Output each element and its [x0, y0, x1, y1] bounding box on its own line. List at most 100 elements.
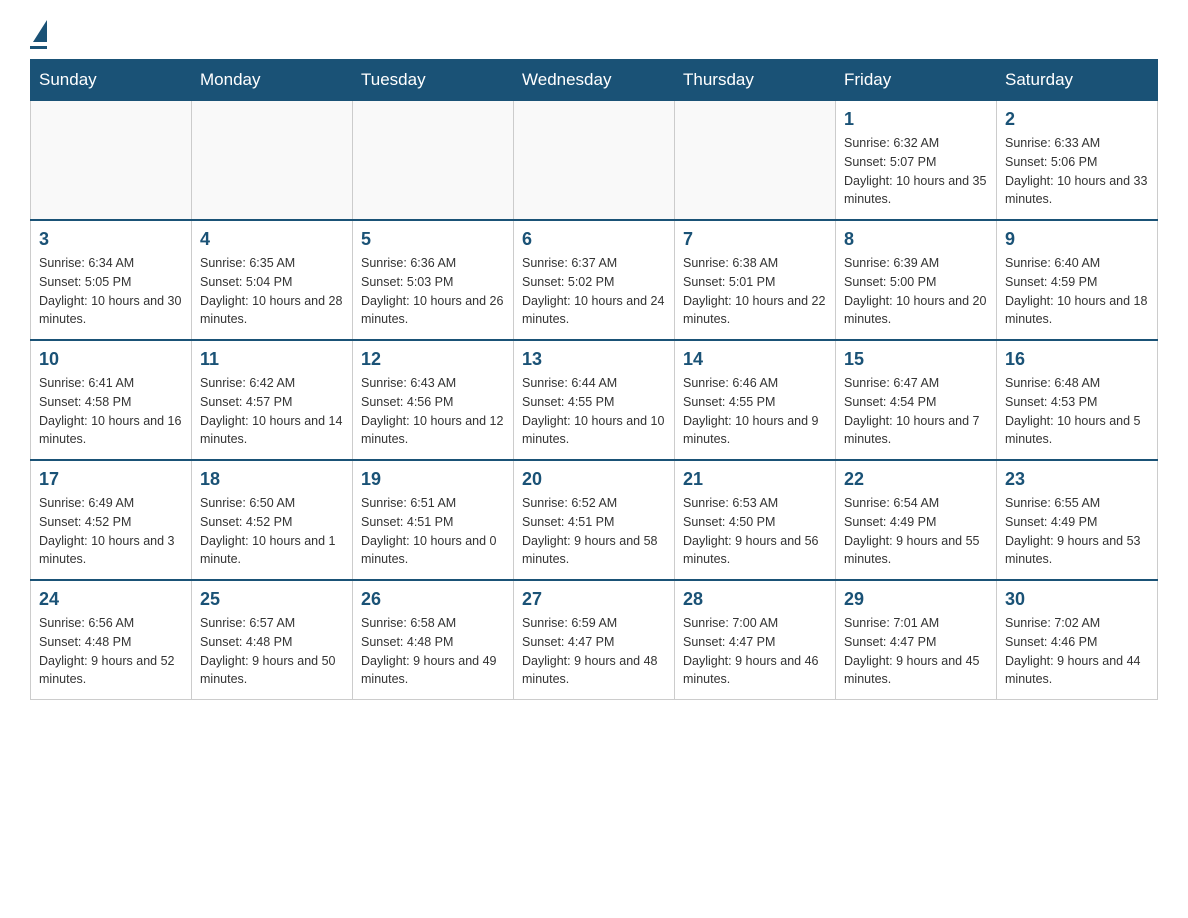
day-info: Sunrise: 6:58 AMSunset: 4:48 PMDaylight:… — [361, 614, 505, 689]
day-number: 29 — [844, 589, 988, 610]
day-info: Sunrise: 6:46 AMSunset: 4:55 PMDaylight:… — [683, 374, 827, 449]
day-info: Sunrise: 6:55 AMSunset: 4:49 PMDaylight:… — [1005, 494, 1149, 569]
day-number: 14 — [683, 349, 827, 370]
calendar-cell — [31, 101, 192, 221]
day-info: Sunrise: 6:38 AMSunset: 5:01 PMDaylight:… — [683, 254, 827, 329]
calendar-cell: 9 Sunrise: 6:40 AMSunset: 4:59 PMDaylight… — [997, 220, 1158, 340]
calendar-week-row: 24 Sunrise: 6:56 AMSunset: 4:48 PMDayligh… — [31, 580, 1158, 700]
calendar-week-row: 10 Sunrise: 6:41 AMSunset: 4:58 PMDayligh… — [31, 340, 1158, 460]
day-number: 19 — [361, 469, 505, 490]
weekday-header-monday: Monday — [192, 60, 353, 101]
calendar-cell: 27 Sunrise: 6:59 AMSunset: 4:47 PMDayligh… — [514, 580, 675, 700]
day-info: Sunrise: 6:56 AMSunset: 4:48 PMDaylight:… — [39, 614, 183, 689]
calendar-cell: 3 Sunrise: 6:34 AMSunset: 5:05 PMDaylight… — [31, 220, 192, 340]
day-number: 18 — [200, 469, 344, 490]
day-number: 3 — [39, 229, 183, 250]
day-info: Sunrise: 6:42 AMSunset: 4:57 PMDaylight:… — [200, 374, 344, 449]
calendar-cell: 12 Sunrise: 6:43 AMSunset: 4:56 PMDayligh… — [353, 340, 514, 460]
logo — [30, 20, 47, 49]
calendar-table: SundayMondayTuesdayWednesdayThursdayFrid… — [30, 59, 1158, 700]
calendar-cell: 18Sunrise: 6:50 AMSunset: 4:52 PMDayligh… — [192, 460, 353, 580]
weekday-header-friday: Friday — [836, 60, 997, 101]
day-info: Sunrise: 6:37 AMSunset: 5:02 PMDaylight:… — [522, 254, 666, 329]
day-number: 26 — [361, 589, 505, 610]
calendar-cell: 28 Sunrise: 7:00 AMSunset: 4:47 PMDayligh… — [675, 580, 836, 700]
day-info: Sunrise: 6:39 AMSunset: 5:00 PMDaylight:… — [844, 254, 988, 329]
calendar-cell: 24 Sunrise: 6:56 AMSunset: 4:48 PMDayligh… — [31, 580, 192, 700]
day-info: Sunrise: 6:54 AMSunset: 4:49 PMDaylight:… — [844, 494, 988, 569]
logo-triangle-icon — [33, 20, 47, 42]
calendar-cell: 14 Sunrise: 6:46 AMSunset: 4:55 PMDayligh… — [675, 340, 836, 460]
day-info: Sunrise: 6:53 AMSunset: 4:50 PMDaylight:… — [683, 494, 827, 569]
day-number: 10 — [39, 349, 183, 370]
day-info: Sunrise: 7:02 AMSunset: 4:46 PMDaylight:… — [1005, 614, 1149, 689]
calendar-cell: 8 Sunrise: 6:39 AMSunset: 5:00 PMDaylight… — [836, 220, 997, 340]
day-number: 6 — [522, 229, 666, 250]
weekday-header-tuesday: Tuesday — [353, 60, 514, 101]
day-number: 4 — [200, 229, 344, 250]
day-info: Sunrise: 6:59 AMSunset: 4:47 PMDaylight:… — [522, 614, 666, 689]
calendar-cell: 29 Sunrise: 7:01 AMSunset: 4:47 PMDayligh… — [836, 580, 997, 700]
calendar-cell: 23 Sunrise: 6:55 AMSunset: 4:49 PMDayligh… — [997, 460, 1158, 580]
day-number: 5 — [361, 229, 505, 250]
day-number: 22 — [844, 469, 988, 490]
day-info: Sunrise: 6:40 AMSunset: 4:59 PMDaylight:… — [1005, 254, 1149, 329]
day-number: 21 — [683, 469, 827, 490]
calendar-cell: 30 Sunrise: 7:02 AMSunset: 4:46 PMDayligh… — [997, 580, 1158, 700]
calendar-cell: 5 Sunrise: 6:36 AMSunset: 5:03 PMDaylight… — [353, 220, 514, 340]
calendar-cell: 4 Sunrise: 6:35 AMSunset: 5:04 PMDaylight… — [192, 220, 353, 340]
day-number: 7 — [683, 229, 827, 250]
day-info: Sunrise: 6:44 AMSunset: 4:55 PMDaylight:… — [522, 374, 666, 449]
calendar-cell: 15 Sunrise: 6:47 AMSunset: 4:54 PMDayligh… — [836, 340, 997, 460]
day-info: Sunrise: 6:48 AMSunset: 4:53 PMDaylight:… — [1005, 374, 1149, 449]
calendar-cell: 22 Sunrise: 6:54 AMSunset: 4:49 PMDayligh… — [836, 460, 997, 580]
logo-underline — [30, 46, 47, 49]
calendar-cell: 26 Sunrise: 6:58 AMSunset: 4:48 PMDayligh… — [353, 580, 514, 700]
day-number: 30 — [1005, 589, 1149, 610]
day-number: 20 — [522, 469, 666, 490]
day-number: 12 — [361, 349, 505, 370]
day-number: 27 — [522, 589, 666, 610]
day-number: 17 — [39, 469, 183, 490]
day-info: Sunrise: 7:00 AMSunset: 4:47 PMDaylight:… — [683, 614, 827, 689]
day-number: 1 — [844, 109, 988, 130]
day-number: 2 — [1005, 109, 1149, 130]
day-info: Sunrise: 7:01 AMSunset: 4:47 PMDaylight:… — [844, 614, 988, 689]
calendar-cell: 11 Sunrise: 6:42 AMSunset: 4:57 PMDayligh… — [192, 340, 353, 460]
calendar-cell: 17Sunrise: 6:49 AMSunset: 4:52 PMDayligh… — [31, 460, 192, 580]
weekday-header-row: SundayMondayTuesdayWednesdayThursdayFrid… — [31, 60, 1158, 101]
day-info: Sunrise: 6:35 AMSunset: 5:04 PMDaylight:… — [200, 254, 344, 329]
calendar-week-row: 17Sunrise: 6:49 AMSunset: 4:52 PMDayligh… — [31, 460, 1158, 580]
calendar-cell: 21 Sunrise: 6:53 AMSunset: 4:50 PMDayligh… — [675, 460, 836, 580]
calendar-week-row: 3 Sunrise: 6:34 AMSunset: 5:05 PMDaylight… — [31, 220, 1158, 340]
calendar-cell — [353, 101, 514, 221]
day-info: Sunrise: 6:41 AMSunset: 4:58 PMDaylight:… — [39, 374, 183, 449]
calendar-cell: 1Sunrise: 6:32 AMSunset: 5:07 PMDaylight… — [836, 101, 997, 221]
calendar-cell: 6 Sunrise: 6:37 AMSunset: 5:02 PMDaylight… — [514, 220, 675, 340]
weekday-header-thursday: Thursday — [675, 60, 836, 101]
calendar-cell: 25 Sunrise: 6:57 AMSunset: 4:48 PMDayligh… — [192, 580, 353, 700]
day-number: 23 — [1005, 469, 1149, 490]
weekday-header-saturday: Saturday — [997, 60, 1158, 101]
calendar-cell: 7 Sunrise: 6:38 AMSunset: 5:01 PMDaylight… — [675, 220, 836, 340]
day-info: Sunrise: 6:57 AMSunset: 4:48 PMDaylight:… — [200, 614, 344, 689]
calendar-cell — [675, 101, 836, 221]
calendar-week-row: 1Sunrise: 6:32 AMSunset: 5:07 PMDaylight… — [31, 101, 1158, 221]
day-number: 28 — [683, 589, 827, 610]
day-number: 16 — [1005, 349, 1149, 370]
calendar-cell: 2 Sunrise: 6:33 AMSunset: 5:06 PMDaylight… — [997, 101, 1158, 221]
day-number: 9 — [1005, 229, 1149, 250]
day-number: 25 — [200, 589, 344, 610]
day-info: Sunrise: 6:33 AMSunset: 5:06 PMDaylight:… — [1005, 134, 1149, 209]
day-number: 15 — [844, 349, 988, 370]
day-info: Sunrise: 6:43 AMSunset: 4:56 PMDaylight:… — [361, 374, 505, 449]
day-info: Sunrise: 6:36 AMSunset: 5:03 PMDaylight:… — [361, 254, 505, 329]
day-info: Sunrise: 6:47 AMSunset: 4:54 PMDaylight:… — [844, 374, 988, 449]
day-info: Sunrise: 6:34 AMSunset: 5:05 PMDaylight:… — [39, 254, 183, 329]
calendar-cell: 16 Sunrise: 6:48 AMSunset: 4:53 PMDayligh… — [997, 340, 1158, 460]
calendar-cell: 10 Sunrise: 6:41 AMSunset: 4:58 PMDayligh… — [31, 340, 192, 460]
day-number: 11 — [200, 349, 344, 370]
day-number: 24 — [39, 589, 183, 610]
calendar-cell — [192, 101, 353, 221]
day-number: 8 — [844, 229, 988, 250]
